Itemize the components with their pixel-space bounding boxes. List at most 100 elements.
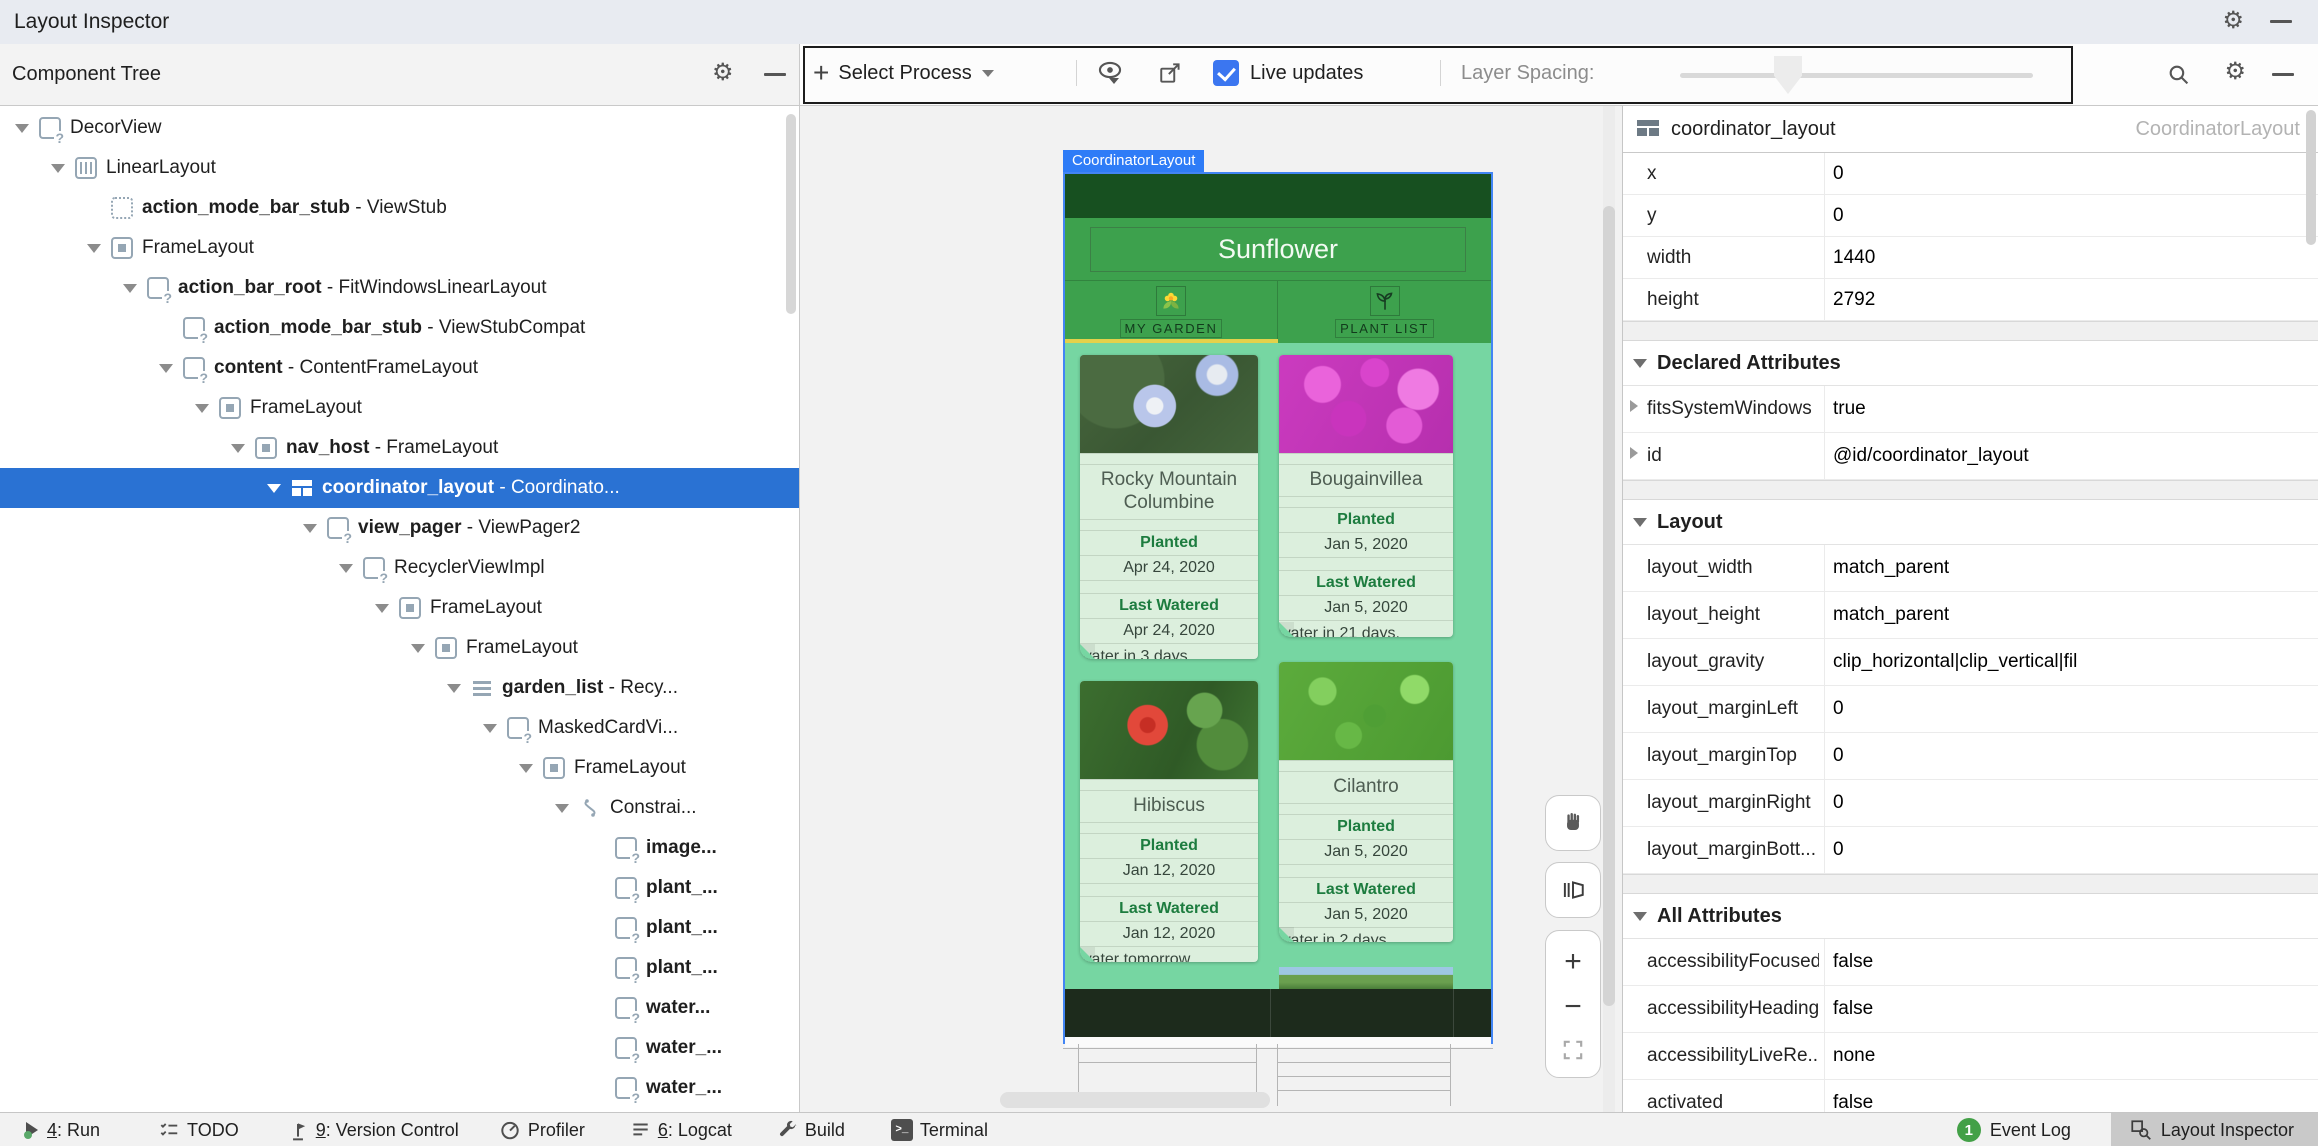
tree-node[interactable]: ?DecorView: [0, 108, 799, 148]
select-process-button[interactable]: + Select Process: [813, 48, 994, 98]
attribute-value[interactable]: 0: [1833, 195, 2316, 236]
gear-icon[interactable]: ⚙: [2224, 60, 2246, 84]
zoom-out-button[interactable]: −: [1564, 992, 1582, 1022]
attribute-value[interactable]: 1440: [1833, 237, 2316, 278]
zoom-in-button[interactable]: +: [1564, 947, 1582, 977]
statusbar-item-logcat[interactable]: 6: Logcat: [629, 1119, 732, 1141]
tab-my-garden[interactable]: MY GARDEN: [1065, 281, 1278, 343]
minimize-icon[interactable]: [2272, 73, 2294, 76]
statusbar-item-todo[interactable]: TODO: [158, 1119, 239, 1141]
expand-arrow-icon[interactable]: [519, 764, 543, 773]
tree-node[interactable]: nav_host - FrameLayout: [0, 428, 799, 468]
expand-arrow-icon[interactable]: [483, 724, 507, 733]
tree-node[interactable]: action_mode_bar_stub - ViewStub: [0, 188, 799, 228]
attribute-value[interactable]: 0: [1833, 780, 2316, 826]
statusbar-item-profiler[interactable]: Profiler: [499, 1119, 585, 1141]
zoom-fit-button[interactable]: [1561, 1038, 1585, 1062]
expand-down-icon[interactable]: [1633, 518, 1647, 527]
checkbox-checked-icon[interactable]: [1213, 60, 1239, 86]
view-options-button[interactable]: [1097, 48, 1131, 98]
layout-inspector-tab[interactable]: Layout Inspector: [2111, 1113, 2318, 1146]
tree-node[interactable]: ?action_mode_bar_stub - ViewStubCompat: [0, 308, 799, 348]
device-screenshot[interactable]: Sunflower MY GARDENPLANT LIST Rocky Moun…: [1063, 172, 1493, 1044]
expand-arrow-icon[interactable]: [267, 484, 291, 493]
expand-arrow-icon[interactable]: [51, 164, 75, 173]
attribute-value[interactable]: 0: [1833, 686, 2316, 732]
tree-node[interactable]: ?plant_...: [0, 868, 799, 908]
tree-node[interactable]: LinearLayout: [0, 148, 799, 188]
minimize-icon[interactable]: [2270, 20, 2292, 23]
tree-node-selected[interactable]: coordinator_layout - Coordinato...: [0, 468, 799, 508]
expand-right-icon[interactable]: [1630, 447, 1638, 459]
expand-arrow-icon[interactable]: [555, 804, 579, 813]
plant-card[interactable]: CilantroPlantedJan 5, 2020Last WateredJa…: [1279, 662, 1453, 942]
expand-down-icon[interactable]: [1633, 359, 1647, 368]
expand-arrow-icon[interactable]: [447, 684, 471, 693]
expand-arrow-icon[interactable]: [339, 564, 363, 573]
plant-card[interactable]: HibiscusPlantedJan 12, 2020Last WateredJ…: [1080, 681, 1258, 962]
statusbar-item-versioncontrol[interactable]: 9: Version Control: [287, 1119, 459, 1141]
expand-arrow-icon[interactable]: [303, 524, 327, 533]
tree-node[interactable]: FrameLayout: [0, 388, 799, 428]
attribute-value[interactable]: @id/coordinator_layout: [1833, 433, 2316, 479]
tree-node[interactable]: ?water_...: [0, 1028, 799, 1068]
layer-spacing-slider-thumb[interactable]: [1774, 56, 1802, 94]
attribute-value[interactable]: match_parent: [1833, 592, 2316, 638]
tree-node[interactable]: ?content - ContentFrameLayout: [0, 348, 799, 388]
tree-node[interactable]: ?water...: [0, 988, 799, 1028]
expand-arrow-icon[interactable]: [375, 604, 399, 613]
expand-arrow-icon[interactable]: [411, 644, 435, 653]
tree-node[interactable]: FrameLayout: [0, 628, 799, 668]
section-header-declared-attributes[interactable]: Declared Attributes: [1623, 341, 2318, 386]
expand-arrow-icon[interactable]: [159, 364, 183, 373]
attribute-value[interactable]: 2792: [1833, 279, 2316, 320]
live-updates-toggle[interactable]: Live updates: [1213, 48, 1363, 98]
expand-arrow-icon[interactable]: [15, 124, 39, 133]
gear-icon[interactable]: ⚙: [2222, 9, 2244, 33]
statusbar-item-terminal[interactable]: >_Terminal: [891, 1119, 988, 1141]
tree-scrollbar-thumb[interactable]: [786, 114, 796, 314]
tree-node[interactable]: FrameLayout: [0, 228, 799, 268]
tree-node[interactable]: ?plant_...: [0, 908, 799, 948]
expand-arrow-icon[interactable]: [123, 284, 147, 293]
tree-node[interactable]: ?water_...: [0, 1068, 799, 1108]
attribute-value[interactable]: false: [1833, 986, 2316, 1032]
tree-node[interactable]: Constrai...: [0, 788, 799, 828]
load-snapshot-button[interactable]: [1158, 48, 1184, 98]
tree-node[interactable]: ?RecyclerViewImpl: [0, 548, 799, 588]
tree-node[interactable]: FrameLayout: [0, 588, 799, 628]
statusbar-item-run[interactable]: 4: Run: [24, 1120, 100, 1141]
pan-button[interactable]: [1545, 795, 1601, 851]
event-log-button[interactable]: 1 Event Log: [1957, 1118, 2071, 1142]
expand-arrow-icon[interactable]: [195, 404, 219, 413]
minimize-icon[interactable]: [764, 73, 786, 76]
attribute-value[interactable]: false: [1833, 939, 2316, 985]
tree-node[interactable]: FrameLayout: [0, 748, 799, 788]
horizontal-scrollbar-thumb[interactable]: [1000, 1092, 1270, 1108]
attribute-value[interactable]: 0: [1833, 733, 2316, 779]
expand-arrow-icon[interactable]: [231, 444, 255, 453]
statusbar-item-build[interactable]: Build: [776, 1119, 845, 1141]
tree-node[interactable]: ?image...: [0, 828, 799, 868]
attribute-value[interactable]: match_parent: [1833, 545, 2316, 591]
section-header-all-attributes[interactable]: All Attributes: [1623, 894, 2318, 939]
tree-node[interactable]: ?MaskedCardVi...: [0, 708, 799, 748]
tree-node[interactable]: ?view_pager - ViewPager2: [0, 508, 799, 548]
section-header-layout[interactable]: Layout: [1623, 500, 2318, 545]
tree-node[interactable]: ?action_bar_root - FitWindowsLinearLayou…: [0, 268, 799, 308]
layer-spacing-slider-track[interactable]: [1680, 73, 2033, 78]
attribute-value[interactable]: clip_horizontal|clip_vertical|fil: [1833, 639, 2316, 685]
vertical-scrollbar-thumb[interactable]: [1603, 206, 1615, 1006]
attribute-value[interactable]: 0: [1833, 153, 2316, 194]
expand-arrow-icon[interactable]: [87, 244, 111, 253]
tree-node[interactable]: ?plant_...: [0, 948, 799, 988]
vertical-scrollbar[interactable]: [1603, 106, 1615, 1112]
expand-down-icon[interactable]: [1633, 912, 1647, 921]
gear-icon[interactable]: ⚙: [712, 61, 734, 85]
attribute-value[interactable]: false: [1833, 1080, 2316, 1112]
plant-card[interactable]: BougainvilleaPlantedJan 5, 2020Last Wate…: [1279, 355, 1453, 637]
tree-node[interactable]: garden_list - Recy...: [0, 668, 799, 708]
tab-plant-list[interactable]: PLANT LIST: [1278, 281, 1491, 343]
rotate-3d-button[interactable]: [1545, 862, 1601, 918]
attribute-value[interactable]: 0: [1833, 827, 2316, 873]
